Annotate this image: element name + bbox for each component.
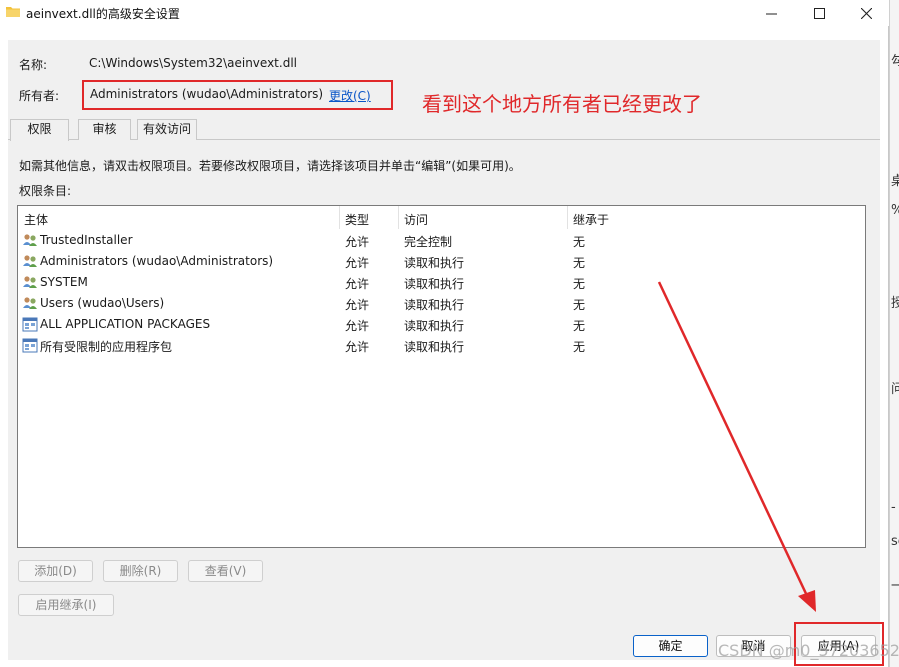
type-cell: 允许	[345, 340, 370, 354]
principal-cell: TrustedInstaller	[40, 233, 133, 247]
permission-entries-list[interactable]: 主体 类型 访问 继承于 TrustedInstaller 允许 完全控制 无 …	[17, 205, 866, 548]
inherited-cell: 无	[573, 277, 586, 291]
info-text: 如需其他信息，请双击权限项目。若要修改权限项目，请选择该项目并单击“编辑”(如果…	[19, 159, 521, 173]
app-package-icon	[22, 338, 38, 353]
access-cell: 读取和执行	[404, 277, 465, 291]
background-text: 勾	[891, 54, 899, 69]
remove-button[interactable]: 删除(R)	[103, 560, 178, 582]
column-header-access[interactable]: 访问	[404, 211, 428, 228]
users-icon	[23, 297, 37, 309]
inherited-cell: 无	[573, 298, 586, 312]
type-cell: 允许	[345, 277, 370, 291]
entries-label: 权限条目:	[19, 184, 72, 198]
tab-effective-access[interactable]: 有效访问	[137, 119, 197, 140]
column-separator	[339, 206, 340, 229]
column-separator	[567, 206, 568, 229]
type-cell: 允许	[345, 235, 370, 249]
tab-auditing[interactable]: 审核	[78, 119, 131, 140]
watermark: CSDN @m0_57203652	[718, 641, 899, 660]
table-row[interactable]: 所有受限制的应用程序包 允许 读取和执行 无	[18, 335, 865, 356]
table-row[interactable]: TrustedInstaller 允许 完全控制 无	[18, 230, 865, 251]
access-cell: 读取和执行	[404, 319, 465, 333]
name-value: C:\Windows\System32\aeinvext.dll	[89, 56, 297, 70]
maximize-button[interactable]	[796, 0, 842, 26]
type-cell: 允许	[345, 298, 370, 312]
principal-cell: Users (wudao\Users)	[40, 296, 165, 310]
principal-cell: Administrators (wudao\Administrators)	[40, 254, 274, 268]
close-icon	[860, 7, 872, 19]
background-window: 勾 桌 % 授 问 - se 一	[889, 0, 899, 667]
tab-permissions[interactable]: 权限	[10, 119, 69, 141]
column-header-inherited-from[interactable]: 继承于	[573, 211, 609, 228]
inherited-cell: 无	[573, 256, 586, 270]
inherited-cell: 无	[573, 319, 586, 333]
table-row[interactable]: ALL APPLICATION PACKAGES 允许 读取和执行 无	[18, 314, 865, 335]
background-text: 一	[891, 579, 899, 594]
access-cell: 读取和执行	[404, 340, 465, 354]
table-row[interactable]: Users (wudao\Users) 允许 读取和执行 无	[18, 293, 865, 314]
table-row[interactable]: Administrators (wudao\Administrators) 允许…	[18, 251, 865, 272]
users-icon	[23, 276, 37, 288]
column-header-type[interactable]: 类型	[345, 211, 369, 228]
table-row[interactable]: SYSTEM 允许 读取和执行 无	[18, 272, 865, 293]
background-text: 授	[891, 296, 899, 311]
enable-inheritance-button[interactable]: 启用继承(I)	[18, 594, 114, 616]
app-package-icon	[22, 317, 38, 332]
column-separator	[398, 206, 399, 229]
background-text: %	[891, 203, 899, 218]
title-bar: aeinvext.dll的高级安全设置	[0, 0, 889, 26]
name-label: 名称:	[19, 58, 48, 72]
principal-cell: 所有受限制的应用程序包	[40, 340, 173, 354]
users-icon	[23, 255, 37, 267]
owner-value: Administrators (wudao\Administrators)	[90, 87, 324, 101]
folder-icon	[6, 7, 20, 17]
advanced-security-dialog: aeinvext.dll的高级安全设置 名称: C:\Windows\Syste…	[0, 0, 889, 667]
inherited-cell: 无	[573, 235, 586, 249]
access-cell: 读取和执行	[404, 256, 465, 270]
add-button[interactable]: 添加(D)	[18, 560, 93, 582]
change-owner-link[interactable]: 更改(C)	[329, 87, 371, 104]
ok-button[interactable]: 确定	[633, 635, 708, 657]
owner-label: 所有者:	[19, 89, 60, 103]
maximize-icon	[813, 7, 825, 19]
type-cell: 允许	[345, 319, 370, 333]
window-title: aeinvext.dll的高级安全设置	[26, 7, 180, 21]
minimize-button[interactable]	[748, 0, 794, 26]
annotation-text: 看到这个地方所有者已经更改了	[422, 92, 702, 116]
access-cell: 完全控制	[404, 235, 453, 249]
type-cell: 允许	[345, 256, 370, 270]
principal-cell: SYSTEM	[40, 275, 88, 289]
users-icon	[23, 234, 37, 246]
access-cell: 读取和执行	[404, 298, 465, 312]
minimize-icon	[765, 13, 777, 14]
background-text: se	[891, 534, 899, 549]
background-text: -	[891, 500, 896, 515]
inherited-cell: 无	[573, 340, 586, 354]
principal-cell: ALL APPLICATION PACKAGES	[40, 317, 211, 331]
background-text: 桌	[891, 174, 899, 189]
view-button[interactable]: 查看(V)	[188, 560, 263, 582]
column-header-principal[interactable]: 主体	[24, 211, 48, 228]
background-text: 问	[891, 382, 899, 397]
close-button[interactable]	[843, 0, 889, 26]
